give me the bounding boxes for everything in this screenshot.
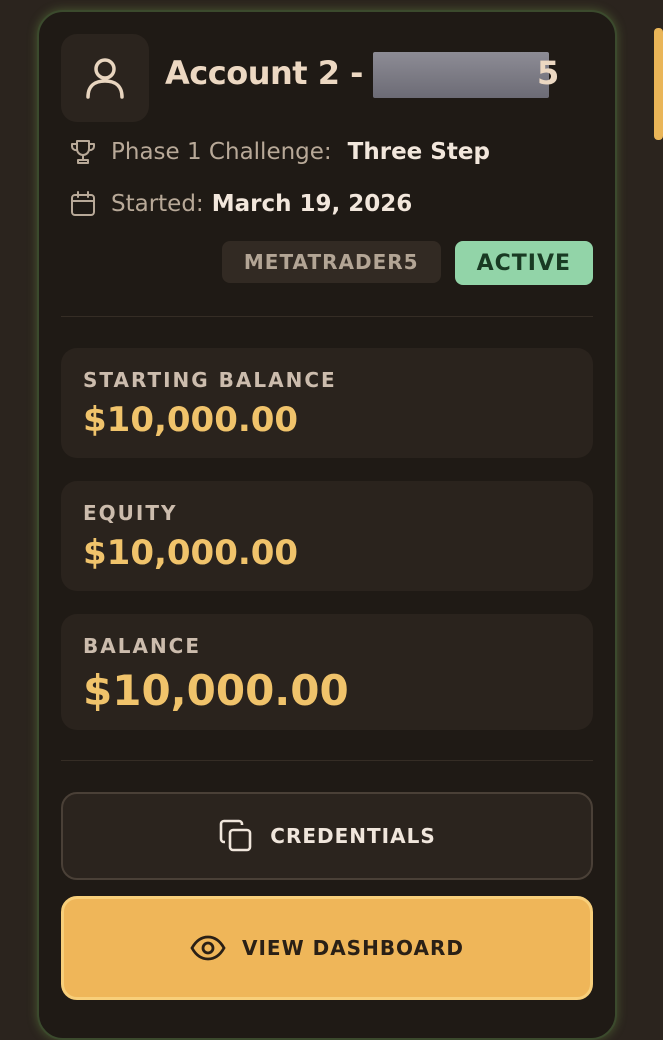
stat-value: $10,000.00 <box>83 400 299 440</box>
stat-label: BALANCE <box>83 634 202 658</box>
status-badge: ACTIVE <box>454 241 593 285</box>
credentials-label: CREDENTIALS <box>270 824 436 848</box>
redacted-account-number <box>373 52 549 98</box>
eye-icon <box>190 935 226 961</box>
started-row: Started: March 19, 2026 <box>69 190 412 218</box>
phase-value: Three Step <box>347 139 490 165</box>
view-dashboard-button[interactable]: VIEW DASHBOARD <box>61 896 593 1000</box>
copy-icon <box>218 818 254 854</box>
started-label: Started: <box>111 191 204 217</box>
balance-card: BALANCE $10,000.00 <box>61 614 593 730</box>
phase-row: Phase 1 Challenge: Three Step <box>69 138 490 166</box>
account-title: Account 2 - 3 <box>165 54 396 92</box>
calendar-icon <box>69 190 97 218</box>
user-icon <box>85 57 125 99</box>
phase-label: Phase 1 Challenge: <box>111 139 332 165</box>
stat-value: $10,000.00 <box>83 533 299 573</box>
starting-balance-card: STARTING BALANCE $10,000.00 <box>61 348 593 458</box>
divider <box>61 316 593 317</box>
view-dashboard-label: VIEW DASHBOARD <box>241 936 465 960</box>
started-value: March 19, 2026 <box>211 191 413 217</box>
platform-badge: METATRADER5 <box>221 241 441 283</box>
equity-card: EQUITY $10,000.00 <box>61 481 593 591</box>
scrollbar[interactable] <box>654 28 663 140</box>
trophy-icon <box>69 138 97 166</box>
divider <box>61 760 593 761</box>
stat-value: $10,000.00 <box>83 666 349 715</box>
account-title-suffix: 5 <box>537 54 560 92</box>
credentials-button[interactable]: CREDENTIALS <box>61 792 593 880</box>
badge-group: METATRADER5 ACTIVE <box>221 241 593 285</box>
avatar <box>61 34 149 122</box>
account-card: Account 2 - 3 5 Phase 1 Challenge: Three… <box>37 10 617 1040</box>
stat-label: STARTING BALANCE <box>83 368 337 392</box>
stat-label: EQUITY <box>83 501 178 525</box>
